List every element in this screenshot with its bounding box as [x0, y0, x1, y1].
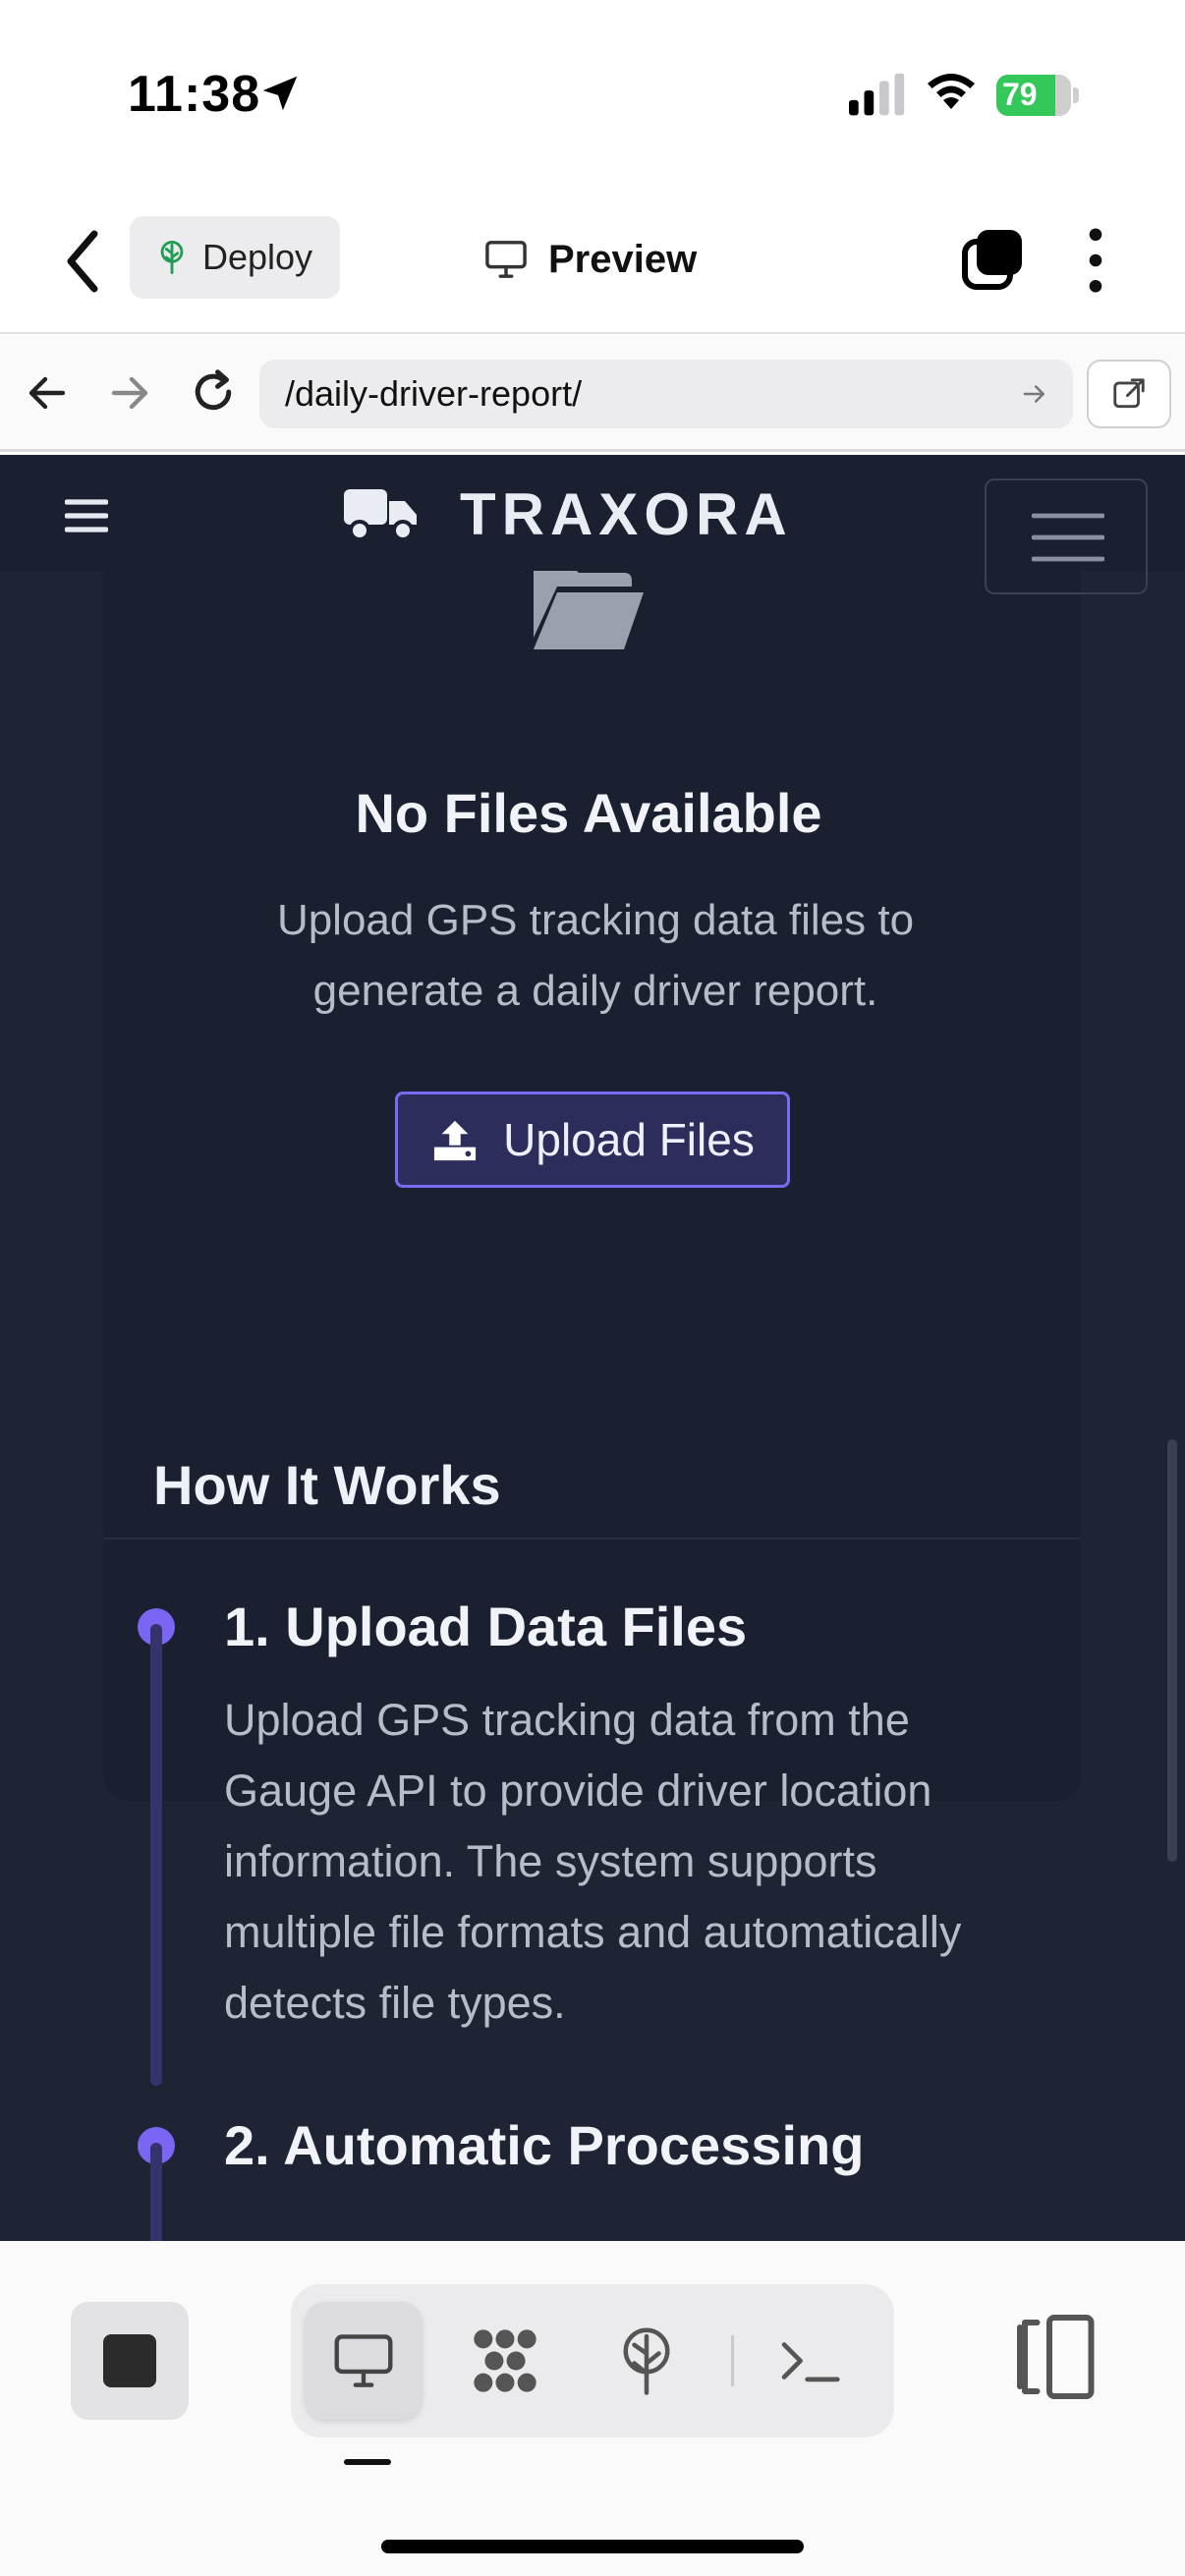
bottom-toolbar [0, 2241, 1185, 2576]
chevron-left-icon[interactable] [59, 226, 106, 297]
app-bar: Deploy Preview [0, 187, 1185, 334]
external-link-icon [1113, 378, 1145, 409]
home-indicator [381, 2540, 804, 2553]
step-line [150, 1624, 162, 2086]
preview-tab[interactable]: Preview [483, 230, 697, 289]
upload-icon [434, 1120, 477, 1161]
active-tool-indicator [344, 2459, 391, 2465]
step-title: 1. Upload Data Files [224, 1596, 748, 1657]
toolbar-divider [731, 2335, 734, 2386]
empty-state-title: No Files Available [355, 782, 822, 844]
deploy-button[interactable]: Deploy [130, 216, 340, 299]
monitor-icon [485, 241, 527, 278]
step-title: 2. Automatic Processing [224, 2114, 865, 2176]
preview-tool-button[interactable] [305, 2302, 423, 2420]
deploy-tool-button[interactable] [588, 2302, 705, 2420]
open-external-button[interactable] [1087, 360, 1171, 428]
upload-files-button[interactable]: Upload Files [395, 1092, 790, 1188]
stop-icon [103, 2334, 156, 2387]
location-arrow-icon [262, 76, 298, 111]
arrow-left-icon[interactable] [24, 369, 71, 417]
brand-name: TRAXORA [460, 480, 793, 547]
truck-icon [344, 489, 417, 541]
battery-percent: 79 [1002, 77, 1038, 112]
content-card: No Files Available Upload GPS tracking d… [104, 494, 1081, 2241]
upload-files-label: Upload Files [503, 1114, 755, 1165]
tree-icon [160, 241, 184, 275]
stop-button[interactable] [71, 2302, 189, 2420]
split-view-icon[interactable] [1010, 2308, 1099, 2406]
more-vertical-icon[interactable] [1081, 226, 1110, 295]
folder-open-icon [534, 563, 644, 649]
battery-charging-icon: 79 [996, 75, 1079, 116]
url-input[interactable]: /daily-driver-report/ [259, 360, 1073, 428]
browser-toolbar: /daily-driver-report/ [0, 336, 1185, 452]
preview-label: Preview [548, 237, 698, 281]
how-it-works-title: How It Works [153, 1454, 501, 1516]
deploy-label: Deploy [202, 237, 313, 277]
menu-icon[interactable] [65, 498, 108, 533]
step-description: Upload GPS tracking data from the Gauge … [224, 1695, 962, 2028]
arrow-right-icon[interactable] [106, 369, 153, 417]
molecule-icon [474, 2329, 536, 2392]
site-navbar: TRAXORA [0, 455, 1185, 594]
tabs-icon[interactable] [961, 228, 1024, 291]
menu-icon [1032, 513, 1104, 562]
step-line [150, 2143, 162, 2241]
web-content: No Files Available Upload GPS tracking d… [0, 455, 1185, 2241]
empty-state-description: Upload GPS tracking data files to genera… [276, 896, 915, 1015]
tool-switcher [291, 2284, 894, 2437]
terminal-tool-button[interactable] [751, 2302, 869, 2420]
navbar-toggler-button[interactable] [985, 478, 1148, 594]
monitor-icon [334, 2334, 393, 2387]
how-it-works-header: How It Works [104, 1402, 1081, 1540]
page-scrollbar[interactable] [1167, 1439, 1177, 1862]
go-arrow-icon[interactable] [1020, 379, 1049, 409]
cellular-signal-icon [849, 73, 905, 116]
status-bar: 11:38 79 [0, 0, 1185, 187]
brand-logo[interactable]: TRAXORA [342, 476, 793, 551]
status-time: 11:38 [128, 66, 261, 123]
url-text: /daily-driver-report/ [285, 373, 583, 414]
wifi-icon [928, 74, 975, 109]
tree-icon [623, 2327, 670, 2395]
empty-state: No Files Available Upload GPS tracking d… [104, 494, 1081, 1217]
terminal-icon [781, 2342, 840, 2382]
reload-icon[interactable] [187, 365, 240, 419]
agent-tool-button[interactable] [446, 2302, 564, 2420]
